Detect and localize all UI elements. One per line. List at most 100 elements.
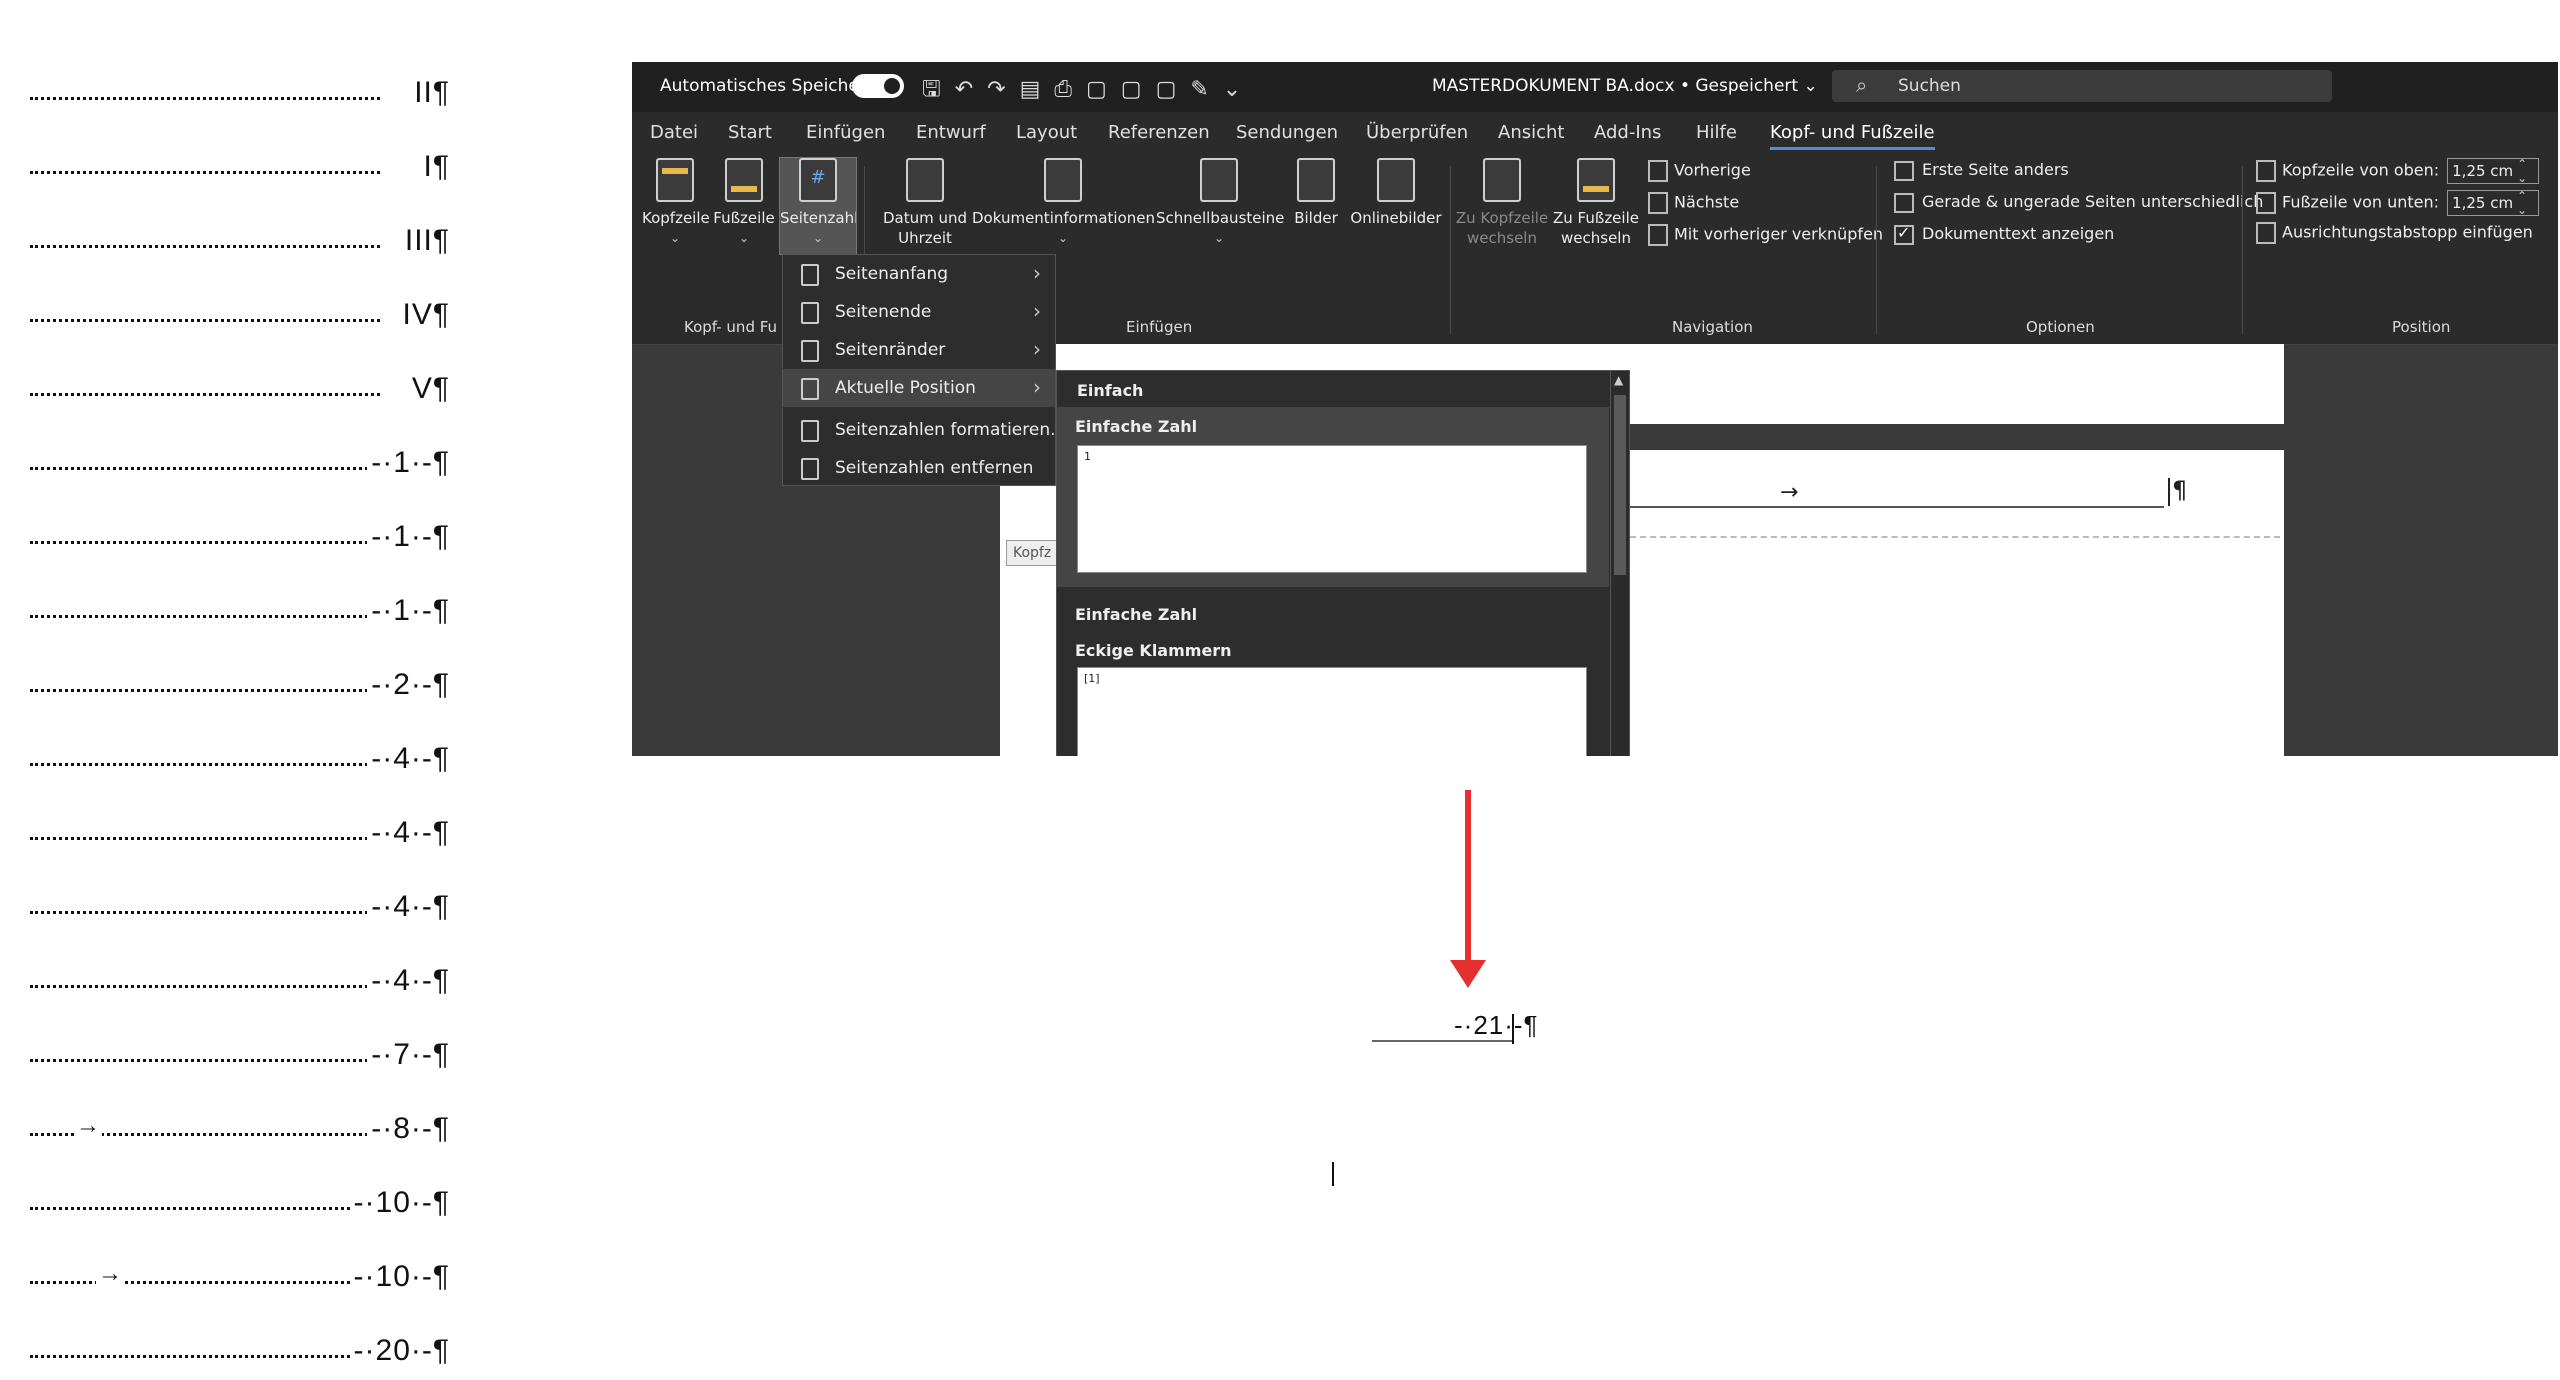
chevron-down-icon: ⌄ <box>1213 231 1225 245</box>
separator <box>2242 166 2243 334</box>
toc-entry[interactable]: -·1·-¶ <box>30 566 450 640</box>
quick-access-icons[interactable]: 🖫↶↷▤⎙▢▢▢✎⌄ <box>922 72 1255 110</box>
toc-entry[interactable]: II¶ <box>30 48 450 122</box>
kopf-oben-field[interactable]: Kopfzeile von oben: 1,25 cm <box>2256 157 2540 185</box>
tab-ansicht[interactable]: Ansicht <box>1498 122 1564 143</box>
document-title[interactable]: MASTERDOKUMENT BA.docx • Gespeichert ⌄ <box>1432 76 1818 96</box>
menu-item-seitenanfang[interactable]: Seitenanfang › <box>783 255 1055 293</box>
toc-entry[interactable]: V¶ <box>30 344 450 418</box>
tab-ueberpruefen[interactable]: Überprüfen <box>1366 122 1468 143</box>
gerade-ungerade-checkbox[interactable]: Gerade & ungerade Seiten unterschiedlich <box>1894 192 2263 213</box>
tab-entwurf[interactable]: Entwurf <box>916 122 986 143</box>
menu-item-formatieren[interactable]: Seitenzahlen formatieren... <box>783 411 1066 449</box>
gallery-thumbnail[interactable]: [1] <box>1077 667 1587 756</box>
toc-leader-dots <box>30 467 380 470</box>
erste-seite-label: Erste Seite anders <box>1922 160 2069 179</box>
scroll-up-icon[interactable]: ▲ <box>1614 373 1623 387</box>
erste-seite-checkbox[interactable]: Erste Seite anders <box>1894 160 2069 181</box>
gallery-thumbnail[interactable]: 1 <box>1077 445 1587 573</box>
go-to-footer-icon <box>1577 158 1615 202</box>
tab-start[interactable]: Start <box>728 122 772 143</box>
tab-sendungen[interactable]: Sendungen <box>1236 122 1338 143</box>
toc-leader-dots <box>30 393 380 396</box>
toc-leader-dots <box>30 245 380 248</box>
toc-entry[interactable]: -·2·-¶ <box>30 640 450 714</box>
toc-entry[interactable]: -·1·-¶ <box>30 418 450 492</box>
tab-datei[interactable]: Datei <box>650 122 698 143</box>
toc-page-number: -·2·-¶ <box>367 668 450 702</box>
vorherige-button[interactable]: Vorherige <box>1648 160 1751 182</box>
fuss-unten-input[interactable]: 1,25 cm <box>2447 189 2540 217</box>
menu-label: Seitenzahlen entfernen <box>835 458 1034 478</box>
separator <box>1876 166 1877 334</box>
toc-entry[interactable]: -·4·-¶ <box>30 936 450 1010</box>
datum-label: Datum und Uhrzeit <box>882 209 968 247</box>
menu-item-seitenraender[interactable]: Seitenränder › <box>783 331 1055 369</box>
toc-entry[interactable]: III¶ <box>30 196 450 270</box>
tab-referenzen[interactable]: Referenzen <box>1108 122 1210 143</box>
tab-hilfe[interactable]: Hilfe <box>1696 122 1737 143</box>
chevron-right-icon: › <box>1033 299 1041 323</box>
toc-page-number: -·4·-¶ <box>367 742 450 776</box>
toc-entry[interactable]: IV¶ <box>30 270 450 344</box>
toc-leader-dots <box>30 171 380 174</box>
calendar-clock-icon <box>906 158 944 202</box>
menu-item-entfernen[interactable]: Seitenzahlen entfernen <box>783 449 1055 487</box>
menu-item-aktuelle-position[interactable]: Aktuelle Position › <box>783 369 1055 407</box>
fuss-unten-field[interactable]: Fußzeile von unten: 1,25 cm <box>2256 189 2540 217</box>
toc-entry[interactable]: -·4·-¶ <box>30 788 450 862</box>
kopfzeile-button[interactable]: Kopfzeile ⌄ <box>642 158 710 248</box>
gallery-item-title[interactable]: Einfache Zahl <box>1075 605 1197 624</box>
schnellbausteine-button[interactable]: Schnellbausteine ⌄ <box>1156 158 1284 248</box>
menu-label: Seitenende <box>835 302 932 322</box>
tab-add-ins[interactable]: Add-Ins <box>1594 122 1661 143</box>
tab-einfuegen[interactable]: Einfügen <box>806 122 885 143</box>
dokumentinformationen-button[interactable]: Dokumentinformationen ⌄ <box>972 158 1155 248</box>
doktext-checkbox[interactable]: Dokumenttext anzeigen <box>1894 223 2114 245</box>
toc-entry[interactable]: -·4·-¶ <box>30 862 450 936</box>
tab-layout[interactable]: Layout <box>1016 122 1077 143</box>
gallery-item-title[interactable]: Eckige Klammern <box>1075 641 1232 660</box>
checkbox-icon <box>1894 192 1914 213</box>
position-gallery: Einfach Einfache Zahl 1 Einfache Zahl Ec… <box>1056 370 1630 756</box>
fuss-unten-label: Fußzeile von unten: <box>2282 192 2440 212</box>
toc-entry[interactable]: -·1·-¶ <box>30 492 450 566</box>
toc-entry[interactable]: -·20·-¶ <box>30 1306 450 1380</box>
red-arrow-head <box>1450 960 1486 988</box>
toc-entry[interactable]: -·10·-¶ <box>30 1158 450 1232</box>
toc-entry[interactable]: → -·8·-¶ <box>30 1084 450 1158</box>
ausrichtung-button[interactable]: Ausrichtungstabstopp einfügen <box>2256 222 2533 244</box>
toc-page-number: -·7·-¶ <box>367 1038 450 1072</box>
menu-item-seitenende[interactable]: Seitenende › <box>783 293 1055 331</box>
kopf-oben-input[interactable]: 1,25 cm <box>2447 157 2540 185</box>
seitenzahl-button[interactable]: Seitenzahl ⌄ <box>779 157 858 255</box>
zu-fusszeile-button[interactable]: Zu Fußzeile wechseln <box>1550 158 1642 248</box>
bilder-button[interactable]: Bilder <box>1286 158 1346 228</box>
toc-entry[interactable]: I¶ <box>30 122 450 196</box>
chevron-right-icon: › <box>1033 375 1041 399</box>
toc-list: II¶ I¶ III¶ IV¶ V¶ -·1·-¶ -·1·-¶ -·1·-¶ -·2·-¶ -·… <box>30 48 450 1380</box>
toc-entry[interactable]: -·4·-¶ <box>30 714 450 788</box>
fusszeile-label: Fußzeile <box>713 209 775 227</box>
checkbox-checked-icon <box>1894 223 1914 245</box>
header-top-icon <box>2256 160 2276 182</box>
search-box[interactable]: ⌕ Suchen <box>1832 70 2332 102</box>
search-placeholder: Suchen <box>1898 76 1961 96</box>
align-tab-icon <box>2256 222 2276 244</box>
tab-kopf-fusszeile[interactable]: Kopf- und Fußzeile <box>1770 122 1935 150</box>
toc-entry[interactable]: -·7·-¶ <box>30 1010 450 1084</box>
verknuepfen-button[interactable]: Mit vorheriger verknüpfen <box>1648 224 1883 246</box>
scrollbar-thumb[interactable] <box>1614 395 1626 575</box>
toc-entry[interactable]: → -·10·-¶ <box>30 1232 450 1306</box>
document-info-icon <box>1044 158 1082 202</box>
separator <box>1450 166 1451 334</box>
naechste-button[interactable]: Nächste <box>1648 192 1739 214</box>
zu-fusszeile-label: Zu Fußzeile wechseln <box>1553 209 1639 247</box>
gallery-scrollbar[interactable]: ▲ <box>1610 371 1629 756</box>
fusszeile-button[interactable]: Fußzeile ⌄ <box>712 158 776 248</box>
footer-bottom-icon <box>2256 192 2276 214</box>
online-pictures-icon <box>1377 158 1415 202</box>
datum-uhrzeit-button[interactable]: Datum und Uhrzeit <box>878 158 972 248</box>
onlinebilder-button[interactable]: Onlinebilder <box>1346 158 1446 228</box>
autosave-toggle[interactable] <box>852 74 904 98</box>
